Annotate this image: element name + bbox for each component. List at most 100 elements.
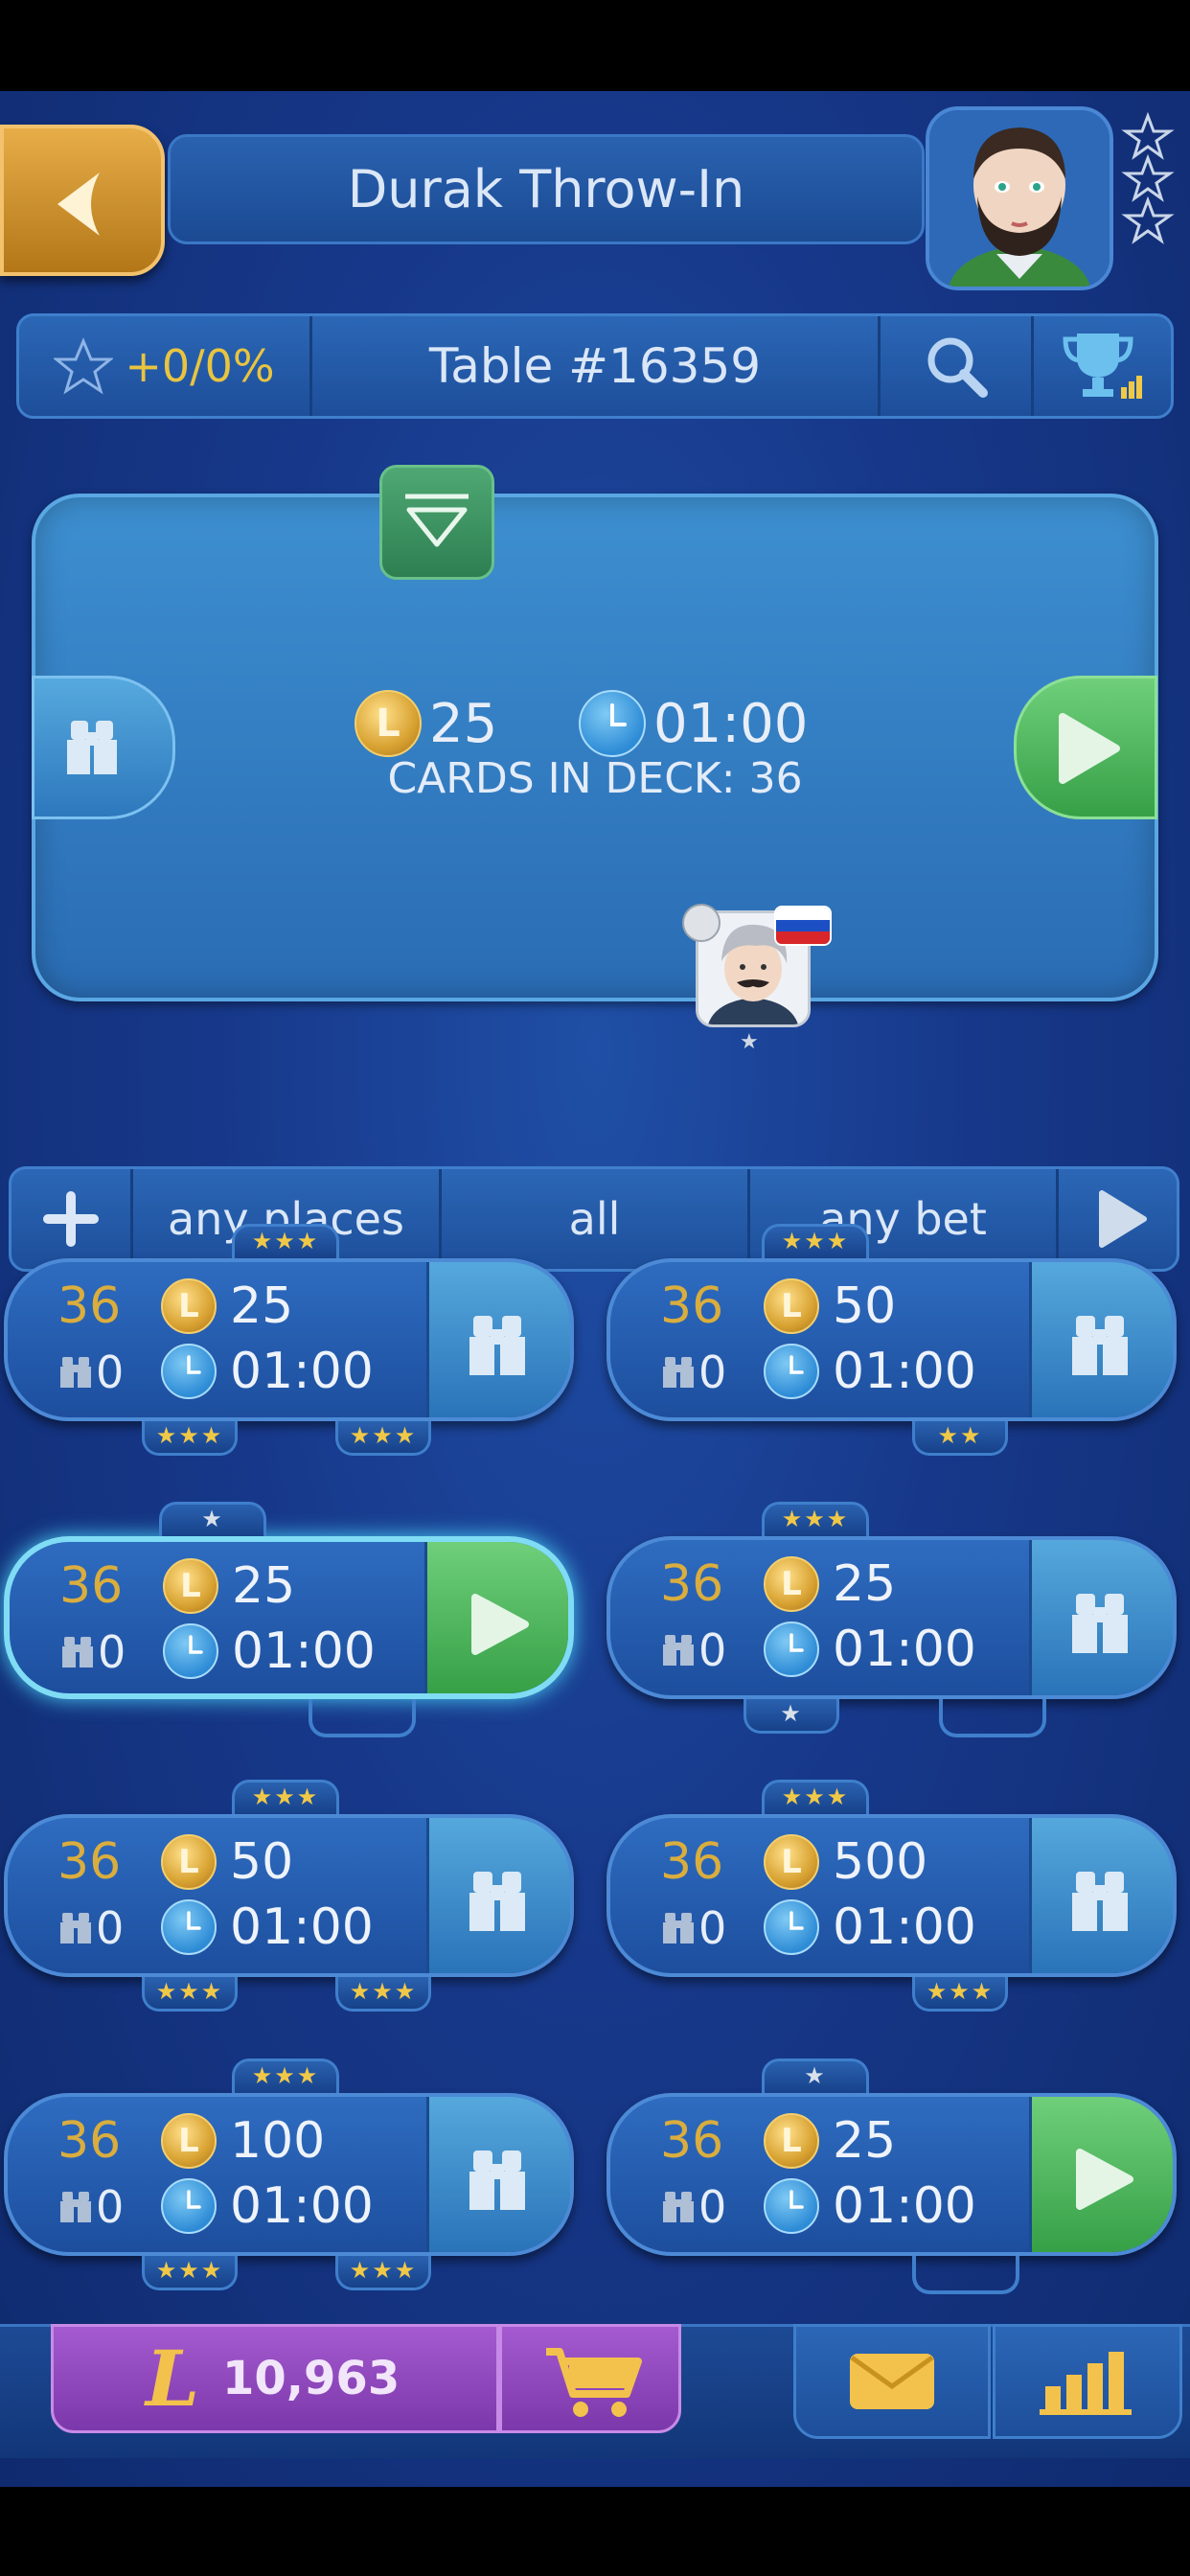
join-game-button[interactable] [424,1542,568,1693]
watchers-icon [60,1357,91,1388]
watchers-count: 0 [660,1346,726,1398]
game-bet-value: 500 [833,1833,928,1891]
game-time: 01:00 [764,1343,976,1400]
l-coin-icon: L [161,1834,217,1890]
game-table-card[interactable]: 36 0 L 25 01:00 [606,2093,1177,2256]
table-bet: L 25 [355,685,497,762]
game-table-card[interactable]: 36 0 L 25 01:00 [4,1258,574,1421]
watchers-icon [663,1357,694,1388]
game-time: 01:00 [161,2177,374,2235]
seat-occupant-rank: ★★★ [335,1421,431,1456]
seat-occupant-rank: ★★ [912,1421,1008,1456]
watch-game-button[interactable] [426,1262,570,1417]
mail-button[interactable] [793,2324,991,2439]
empty-seat[interactable] [939,1699,1046,1737]
seat-occupant-rank: ★★★ [912,1977,1008,2012]
watchers-icon [60,2192,91,2222]
chevron-left-icon [57,172,100,236]
collapse-button[interactable] [379,465,494,580]
watchers-icon [663,2192,694,2222]
game-bet: L 25 [161,1277,293,1335]
watchers-value: 0 [698,1902,727,1954]
cart-icon [546,2348,642,2417]
back-button[interactable] [0,125,165,276]
clock-icon [163,1623,218,1679]
seat-occupant-rank: ★★★ [232,1224,339,1258]
star-icon [54,337,114,395]
search-button[interactable] [881,316,1034,416]
game-time: 01:00 [161,1898,374,1956]
seat-occupant-rank: ★★★ [762,1780,869,1814]
watchers-count: 0 [660,1902,726,1954]
clock-icon [764,1899,819,1955]
game-table-card[interactable]: 36 0 L 100 01:00 [4,2093,574,2256]
watchers-icon [60,1913,91,1944]
seat-occupant-rank: ★★★ [335,1977,431,2012]
seat-occupant-rank: ★★★ [762,1224,869,1258]
game-bet: L 100 [161,2112,325,2170]
table-time-value: 01:00 [653,692,809,755]
stats-button[interactable] [993,2324,1182,2439]
game-time-value: 01:00 [230,2177,374,2235]
join-game-button[interactable] [1029,2097,1173,2252]
avatar-portrait [929,110,1110,287]
apple-platform-icon [682,904,721,942]
clock-icon [764,1344,819,1399]
watchers-count: 0 [660,1624,726,1676]
seat-occupant-rank: ★★★ [142,1421,238,1456]
empty-seat[interactable] [912,2256,1019,2294]
watch-game-button[interactable] [426,2097,570,2252]
game-time: 01:00 [161,1343,374,1400]
watch-game-button[interactable] [1029,1262,1173,1417]
deck-size: 36 [660,1277,724,1335]
watch-game-button[interactable] [1029,1818,1173,1973]
table-number[interactable]: Table #16359 [312,316,881,416]
game-bet-value: 100 [230,2112,326,2170]
game-time-value: 01:00 [833,2177,976,2235]
game-time: 01:00 [764,2177,976,2235]
game-table-card[interactable]: 36 0 L 25 01:00 [606,1536,1177,1699]
binoculars-icon [469,2150,525,2210]
leaderboard-button[interactable] [1034,316,1171,416]
mail-icon [850,2354,934,2409]
play-icon [471,1594,529,1655]
deck-size: 36 [57,1833,122,1891]
watchers-count: 0 [57,2181,124,2233]
coin-balance: 10,963 [222,2352,400,2405]
game-bet-value: 25 [232,1557,296,1615]
watch-game-button[interactable] [1029,1540,1173,1695]
filter-bar: any places all any bet [9,1166,1179,1272]
empty-seat[interactable] [309,1699,416,1737]
binoculars-icon [469,1316,525,1375]
score-change[interactable]: +0/0% [19,316,312,416]
l-coin-icon: L [163,1558,218,1614]
game-table-card[interactable]: 36 0 L 25 01:00 [4,1536,574,1699]
deck-size: 36 [660,1833,724,1891]
seat-occupant-rank: ★★★ [232,1780,339,1814]
rank-stars [1119,110,1177,254]
game-table-card[interactable]: 36 0 L 500 01:00 [606,1814,1177,1977]
game-bet: L 50 [764,1277,896,1335]
watchers-icon [663,1635,694,1666]
watchers-value: 0 [698,1624,727,1676]
triangle-down-icon [405,494,469,547]
user-avatar[interactable] [926,106,1113,290]
bar-chart-icon [1040,2352,1132,2415]
coin-balance-button[interactable]: L 10,963 [51,2324,499,2433]
clock-icon [161,2178,217,2234]
watch-game-button[interactable] [426,1818,570,1973]
game-table-card[interactable]: 36 0 L 50 01:00 [4,1814,574,1977]
game-bet-value: 50 [833,1277,897,1335]
seat-occupant-rank: ★ [762,2058,869,2093]
l-coin-icon: L [355,690,422,757]
mode-filter[interactable]: all [442,1169,750,1269]
game-table-card[interactable]: 36 0 L 50 01:00 [606,1258,1177,1421]
watchers-value: 0 [96,1902,125,1954]
seat-occupant-rank: ★★★ [142,1977,238,2012]
create-table-button[interactable] [11,1169,133,1269]
shop-button[interactable] [499,2324,681,2433]
game-time: 01:00 [764,1898,976,1956]
deck-size: 36 [660,2112,724,2170]
binoculars-icon [469,1872,525,1931]
quick-play-button[interactable] [1059,1169,1177,1269]
